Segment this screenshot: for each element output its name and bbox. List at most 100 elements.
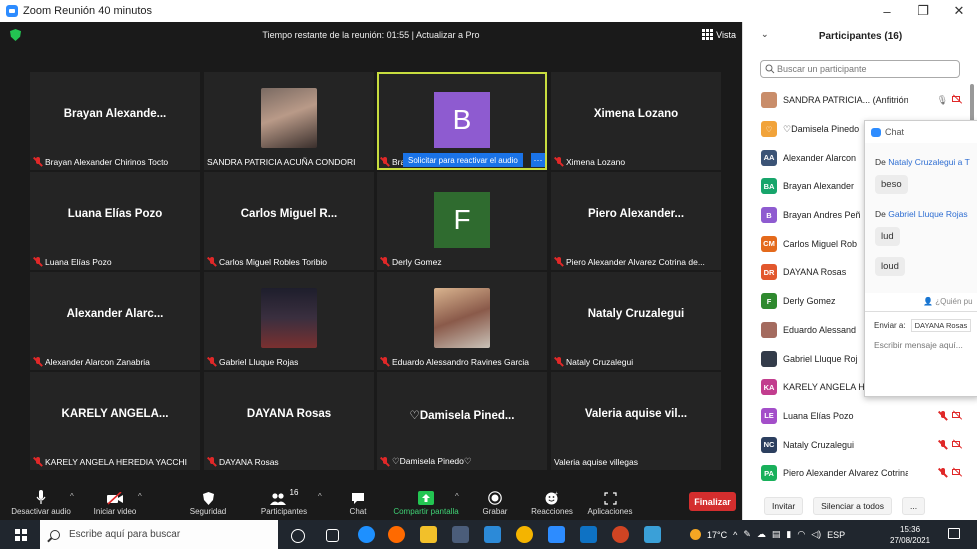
close-button[interactable]: ✕ (941, 0, 977, 22)
language-indicator[interactable]: ESP (827, 530, 845, 540)
cortana-icon[interactable] (291, 529, 305, 543)
participants-caret-icon[interactable]: ^ (318, 492, 322, 501)
participant-row[interactable]: LE Luana Elías Pozo (743, 402, 968, 431)
share-caret-icon[interactable]: ^ (455, 492, 459, 501)
taskbar-clock[interactable]: 15:36 27/08/2021 (890, 524, 930, 546)
participant-name: SANDRA PATRICIA... (Anfitrión, yo) (783, 95, 908, 106)
security-button[interactable]: Seguridad (186, 488, 230, 520)
security-shield-icon[interactable] (10, 29, 21, 41)
tray-chevron-icon[interactable]: ^ (733, 530, 737, 540)
participant-name: Piero Alexander Alvarez Cotrina... (783, 468, 908, 479)
chrome-icon[interactable] (516, 526, 533, 543)
video-tile[interactable]: Carlos Miguel R... Carlos Miguel Robles T… (204, 172, 374, 270)
video-tile[interactable]: Alexander Alarc... Alexander Alarcon Zana… (30, 272, 200, 370)
video-off-icon[interactable] (952, 411, 964, 419)
video-tile[interactable]: Gabriel Lluque Rojas (204, 272, 374, 370)
meeting-timer[interactable]: Tiempo restante de la reunión: 01:55 | A… (262, 30, 479, 40)
audio-options-caret-icon[interactable]: ^ (70, 492, 74, 501)
maximize-button[interactable]: ❐ (905, 0, 941, 22)
search-icon (765, 64, 775, 74)
send-to-row: Enviar a: DAYANA Rosas (874, 319, 972, 332)
taskbar-search-input[interactable]: Escribe aquí para buscar (40, 520, 278, 549)
video-tile[interactable]: KARELY ANGELA... KARELY ANGELA HEREDIA YA… (30, 372, 200, 470)
reactions-button[interactable]: + Reacciones (528, 488, 576, 520)
video-tile[interactable]: Luana Elías Pozo Luana Elías Pozo (30, 172, 200, 270)
more-options-button[interactable]: ... (902, 497, 926, 515)
muted-mic-icon[interactable] (938, 439, 948, 450)
request-unmute-button[interactable]: Solicitar para reactivar el audio (403, 153, 523, 167)
participant-search-placeholder: Buscar un participante (777, 64, 867, 74)
store-icon[interactable] (452, 526, 469, 543)
network-icon[interactable]: ▤ (772, 529, 781, 540)
video-off-icon[interactable] (952, 468, 964, 476)
volume-icon[interactable]: ◁) (811, 529, 821, 540)
view-button[interactable]: Vista (702, 29, 736, 40)
avatar-letter: F (434, 192, 490, 248)
task-view-icon[interactable] (326, 529, 339, 542)
video-off-icon[interactable] (952, 95, 964, 103)
participant-row[interactable]: SANDRA PATRICIA... (Anfitrión, yo) 🎙 (743, 86, 968, 115)
chat-message-input[interactable]: Escribir mensaje aquí... (874, 340, 963, 350)
video-tile[interactable]: F Derly Gomez (377, 172, 547, 270)
minimize-button[interactable]: – (869, 0, 905, 22)
who-can-see-link[interactable]: 👤 ¿Quién pu (923, 297, 973, 306)
tile-display-name: Brayan Alexande... (63, 108, 167, 120)
photos-icon[interactable] (644, 526, 661, 543)
wifi-icon[interactable]: ◠ (797, 529, 805, 540)
video-tile[interactable]: Eduardo Alessandro Ravines Garcia (377, 272, 547, 370)
participant-name: Brayan Andres Peñ (783, 210, 861, 221)
video-tile[interactable]: DAYANA Rosas DAYANA Rosas (204, 372, 374, 470)
muted-mic-icon[interactable] (938, 410, 948, 421)
chat-title: Chat (885, 127, 905, 137)
record-button[interactable]: Grabar (476, 488, 514, 520)
powerpoint-icon[interactable] (612, 526, 629, 543)
send-to-dropdown[interactable]: DAYANA Rosas (910, 319, 972, 332)
zoom-taskbar-icon[interactable] (548, 526, 565, 543)
tile-display-name: Carlos Miguel R... (240, 208, 338, 220)
tray-pen-icon[interactable]: ✎ (743, 529, 751, 540)
chat-button[interactable]: Chat (340, 488, 376, 520)
windows-start-icon[interactable] (15, 529, 27, 541)
apps-button[interactable]: Aplicaciones (584, 488, 636, 520)
end-meeting-button[interactable]: Finalizar (689, 492, 736, 511)
video-off-icon[interactable] (952, 440, 964, 448)
mute-all-button[interactable]: Silenciar a todos (813, 497, 892, 515)
video-tile[interactable]: Ximena Lozano Ximena Lozano (551, 72, 721, 170)
collapse-chevron-icon[interactable]: ⌄ (761, 29, 769, 40)
muted-mic-icon[interactable] (938, 468, 948, 478)
notifications-icon[interactable] (948, 528, 960, 539)
mail-icon[interactable] (484, 526, 501, 543)
muted-mic-icon (33, 257, 43, 267)
outlook-icon[interactable] (580, 526, 597, 543)
tile-name-label: SANDRA PATRICIA ACUÑA CONDORI (207, 157, 356, 167)
onedrive-icon[interactable]: ☁ (757, 529, 766, 540)
edge-icon[interactable] (358, 526, 375, 543)
participant-search-input[interactable]: Buscar un participante (760, 60, 960, 78)
video-tile[interactable]: Piero Alexander... Piero Alexander Alvare… (551, 172, 721, 270)
share-screen-label: Compartir pantalla (393, 507, 459, 516)
weather-icon[interactable] (690, 529, 701, 540)
participants-button[interactable]: 16 Participantes (252, 488, 316, 520)
video-tile[interactable]: Nataly Cruzalegui Nataly Cruzalegui (551, 272, 721, 370)
microphone-tray-icon[interactable]: ▮ (786, 529, 791, 540)
video-options-caret-icon[interactable]: ^ (138, 492, 142, 501)
participant-list-scrollbar[interactable] (970, 84, 974, 124)
chat-icon (871, 127, 881, 137)
weather-temp[interactable]: 17°C (707, 530, 727, 540)
invite-button[interactable]: Invitar (764, 497, 804, 515)
tile-display-name: Ximena Lozano (593, 108, 679, 120)
participant-row[interactable]: NC Nataly Cruzalegui (743, 430, 968, 459)
request-unmute-more-button[interactable]: ··· (531, 153, 545, 167)
office-icon[interactable] (388, 526, 405, 543)
participant-name: ♡Damisela Pinedo (783, 123, 860, 134)
participant-row[interactable]: PA Piero Alexander Alvarez Cotrina... (743, 459, 968, 488)
muted-mic-icon (33, 157, 43, 167)
video-tile[interactable]: Brayan Alexande... Brayan Alexander Chiri… (30, 72, 200, 170)
security-label: Seguridad (189, 507, 227, 516)
mic-icon[interactable]: 🎙 (937, 95, 948, 106)
video-tile[interactable]: SANDRA PATRICIA ACUÑA CONDORI (204, 72, 374, 170)
file-explorer-icon[interactable] (420, 526, 437, 543)
video-tile[interactable]: ♡Damisela Pined... ♡Damisela Pinedo♡ (377, 372, 547, 470)
start-video-button[interactable]: Iniciar video (84, 488, 146, 520)
video-tile[interactable]: Valeria aquise vil... Valeria aquise vill… (551, 372, 721, 470)
